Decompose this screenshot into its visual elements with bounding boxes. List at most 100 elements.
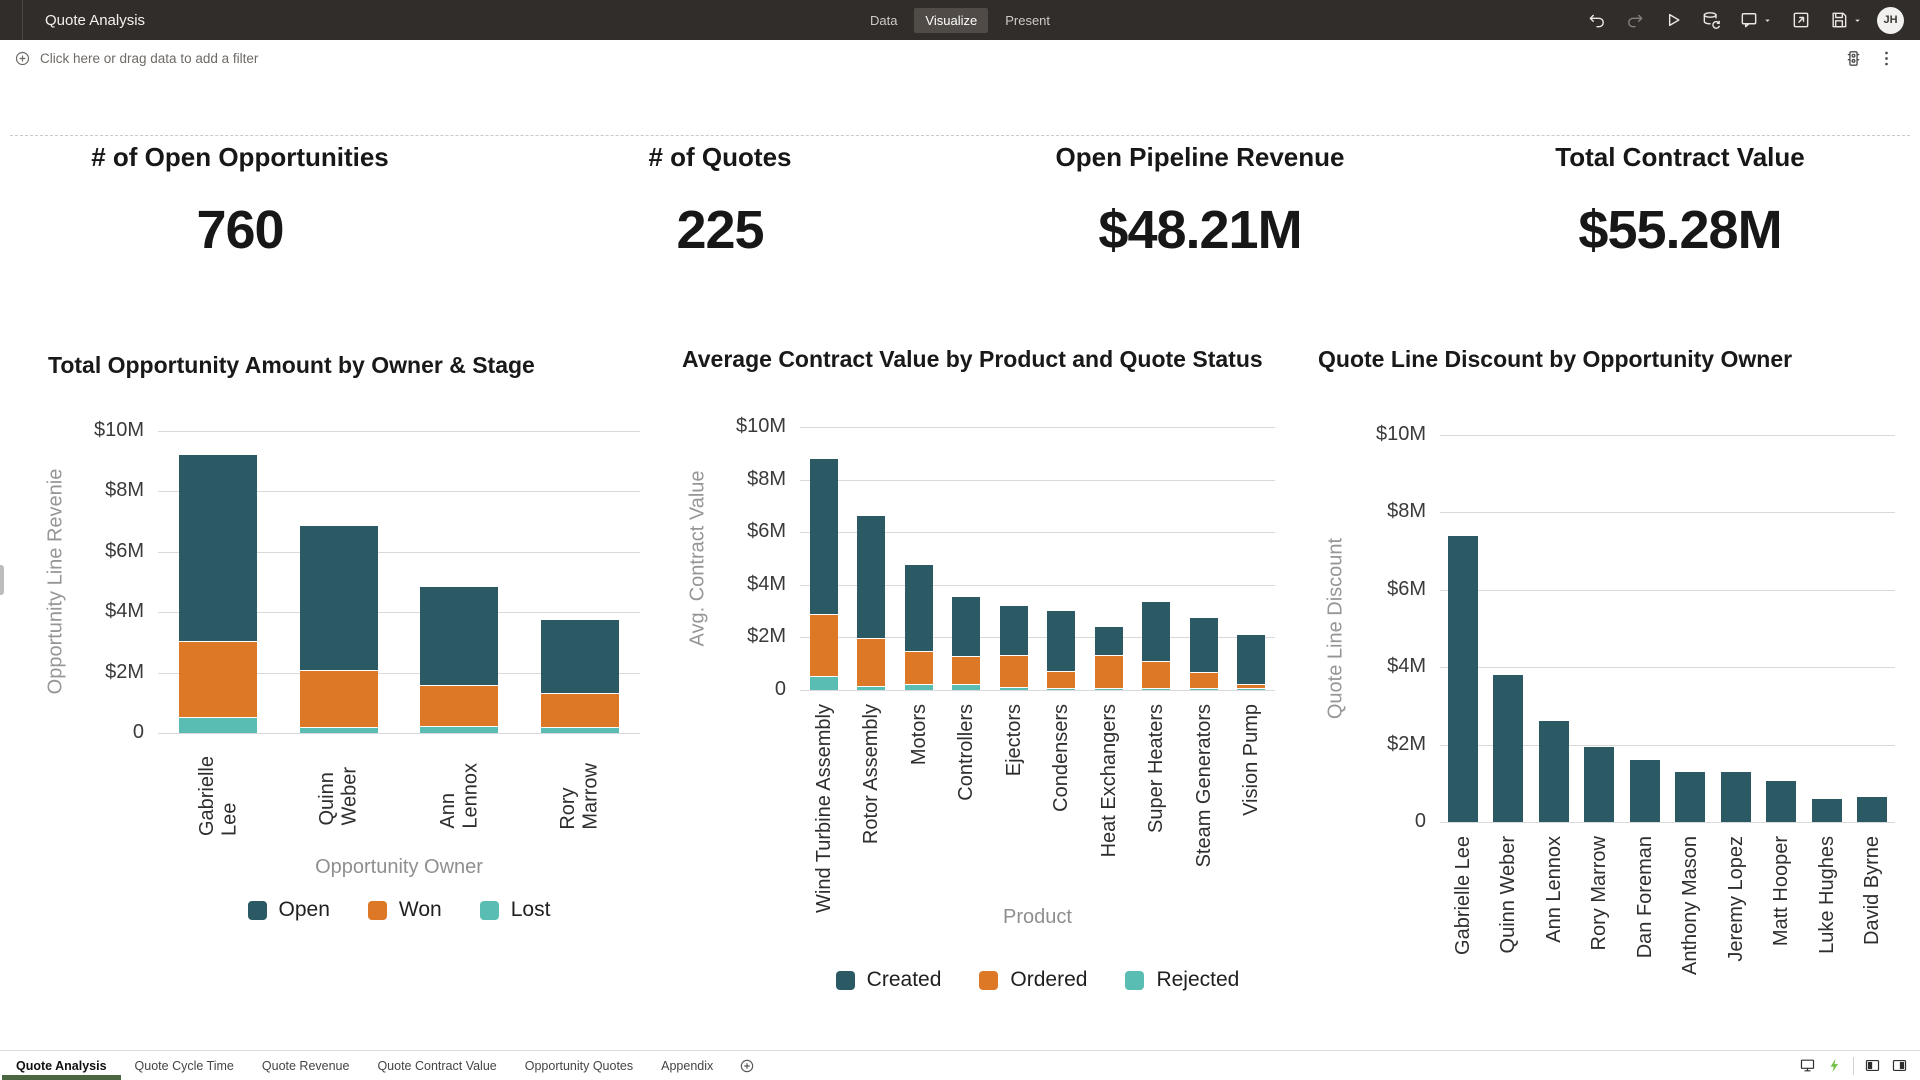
- bar-segment[interactable]: [179, 455, 257, 642]
- undo-button[interactable]: [1583, 8, 1611, 32]
- add-filter-button[interactable]: Click here or drag data to add a filter: [14, 50, 258, 67]
- open-in-new-window-button[interactable]: [1787, 8, 1815, 32]
- legend-item[interactable]: Ordered: [979, 968, 1087, 992]
- kpi-tile[interactable]: # of Open Opportunities760: [0, 142, 480, 261]
- bar-segment[interactable]: [179, 642, 257, 718]
- tab-data[interactable]: Data: [859, 8, 908, 33]
- bar-segment[interactable]: [810, 677, 838, 690]
- bar-segment[interactable]: [1000, 688, 1028, 690]
- canvas-settings-icon[interactable]: [1844, 49, 1863, 68]
- bar-segment[interactable]: [1095, 656, 1123, 689]
- canvas-tab[interactable]: Quote Analysis: [2, 1051, 121, 1080]
- bar-segment[interactable]: [300, 671, 378, 728]
- tab-visualize[interactable]: Visualize: [914, 8, 988, 33]
- bar-segment[interactable]: [1047, 611, 1075, 671]
- legend-item[interactable]: Created: [836, 968, 942, 992]
- canvas-tab-bar: Quote AnalysisQuote Cycle TimeQuote Reve…: [0, 1050, 1920, 1080]
- legend-item[interactable]: Won: [368, 898, 442, 922]
- bar-segment[interactable]: [1812, 799, 1842, 822]
- right-panel-toggle-icon[interactable]: [1891, 1057, 1908, 1074]
- bar-segment[interactable]: [1584, 747, 1614, 822]
- bar-segment[interactable]: [1142, 602, 1170, 662]
- more-options-icon[interactable]: [1877, 49, 1896, 68]
- workbook-icon-button: [23, 0, 41, 40]
- bar-segment[interactable]: [420, 686, 498, 727]
- bar-segment[interactable]: [952, 597, 980, 657]
- bar-segment[interactable]: [857, 516, 885, 638]
- bar-segment[interactable]: [1766, 781, 1796, 822]
- bar-segment[interactable]: [1539, 721, 1569, 822]
- canvas-tab[interactable]: Quote Contract Value: [363, 1051, 510, 1080]
- bar-segment[interactable]: [1047, 672, 1075, 689]
- kpi-tile[interactable]: Open Pipeline Revenue$48.21M: [960, 142, 1440, 261]
- bar-segment[interactable]: [300, 526, 378, 671]
- legend-item[interactable]: Open: [248, 898, 330, 922]
- mode-tabs: Data Visualize Present: [859, 8, 1061, 33]
- bar-segment[interactable]: [1237, 689, 1265, 690]
- legend-item[interactable]: Rejected: [1125, 968, 1239, 992]
- bar-segment[interactable]: [1237, 685, 1265, 690]
- left-panel-toggle-icon[interactable]: [1864, 1057, 1881, 1074]
- bar-segment[interactable]: [541, 728, 619, 733]
- refresh-data-button[interactable]: [1697, 8, 1725, 32]
- bar-segment[interactable]: [1095, 689, 1123, 690]
- bar-segment[interactable]: [905, 565, 933, 652]
- bar-segment[interactable]: [857, 687, 885, 690]
- bar-segment[interactable]: [810, 615, 838, 677]
- bar-segment[interactable]: [857, 639, 885, 687]
- x-axis-category-label: Dan Foreman: [1634, 836, 1656, 958]
- canvas-tab[interactable]: Quote Cycle Time: [121, 1051, 248, 1080]
- bar-segment[interactable]: [1142, 662, 1170, 688]
- legend-label: Lost: [511, 898, 551, 922]
- bar-segment[interactable]: [1000, 606, 1028, 656]
- bar-segment[interactable]: [541, 620, 619, 694]
- kpi-tile[interactable]: # of Quotes225: [480, 142, 960, 261]
- bar-segment[interactable]: [1142, 689, 1170, 690]
- bar-segment[interactable]: [300, 728, 378, 733]
- performance-bolt-icon[interactable]: [1826, 1057, 1843, 1074]
- redo-button[interactable]: [1621, 8, 1649, 32]
- comments-button[interactable]: [1735, 8, 1777, 32]
- bar-segment[interactable]: [1095, 627, 1123, 656]
- bar-segment[interactable]: [420, 727, 498, 733]
- legend-item[interactable]: Lost: [480, 898, 551, 922]
- canvas-tab[interactable]: Quote Revenue: [248, 1051, 364, 1080]
- bar-segment[interactable]: [952, 685, 980, 690]
- bar-segment[interactable]: [420, 587, 498, 687]
- bar-segment[interactable]: [1857, 797, 1887, 822]
- bar-segment[interactable]: [1630, 760, 1660, 822]
- bar-segment[interactable]: [1493, 675, 1523, 822]
- kpi-tile[interactable]: Total Contract Value$55.28M: [1440, 142, 1920, 261]
- canvas-tab[interactable]: Opportunity Quotes: [511, 1051, 647, 1080]
- bar-segment[interactable]: [810, 459, 838, 615]
- canvas-dashed-border: [10, 135, 1910, 136]
- bar-segment[interactable]: [179, 718, 257, 733]
- avatar[interactable]: JH: [1877, 7, 1904, 34]
- x-axis-label-slot: Jeremy Lopez: [1713, 836, 1759, 996]
- add-canvas-button[interactable]: [727, 1051, 767, 1080]
- preview-button[interactable]: [1659, 8, 1687, 32]
- bar-segment[interactable]: [1190, 618, 1218, 673]
- x-axis-label-slot: Rotor Assembly: [848, 704, 896, 916]
- bar-segment[interactable]: [905, 685, 933, 690]
- back-button[interactable]: [0, 0, 22, 40]
- canvas-resize-handle[interactable]: [0, 565, 4, 595]
- bar-segment[interactable]: [952, 657, 980, 685]
- canvas-tab[interactable]: Appendix: [647, 1051, 727, 1080]
- tab-present[interactable]: Present: [994, 8, 1061, 33]
- bar-segment[interactable]: [1237, 635, 1265, 685]
- x-axis-label-slot: David Byrne: [1850, 836, 1896, 996]
- bar-segment[interactable]: [1675, 772, 1705, 822]
- bar-segment[interactable]: [1047, 689, 1075, 690]
- x-axis-label-slot: Controllers: [943, 704, 991, 916]
- bar-segment[interactable]: [1000, 656, 1028, 688]
- bar-segment[interactable]: [1190, 673, 1218, 689]
- save-button[interactable]: [1825, 8, 1867, 32]
- bar-segment[interactable]: [541, 694, 619, 729]
- dashboard-canvas: # of Open Opportunities760# of Quotes225…: [0, 76, 1920, 1050]
- bar-segment[interactable]: [1190, 689, 1218, 690]
- display-icon[interactable]: [1799, 1057, 1816, 1074]
- bar-segment[interactable]: [1448, 536, 1478, 822]
- bar-segment[interactable]: [1721, 772, 1751, 822]
- bar-segment[interactable]: [905, 652, 933, 685]
